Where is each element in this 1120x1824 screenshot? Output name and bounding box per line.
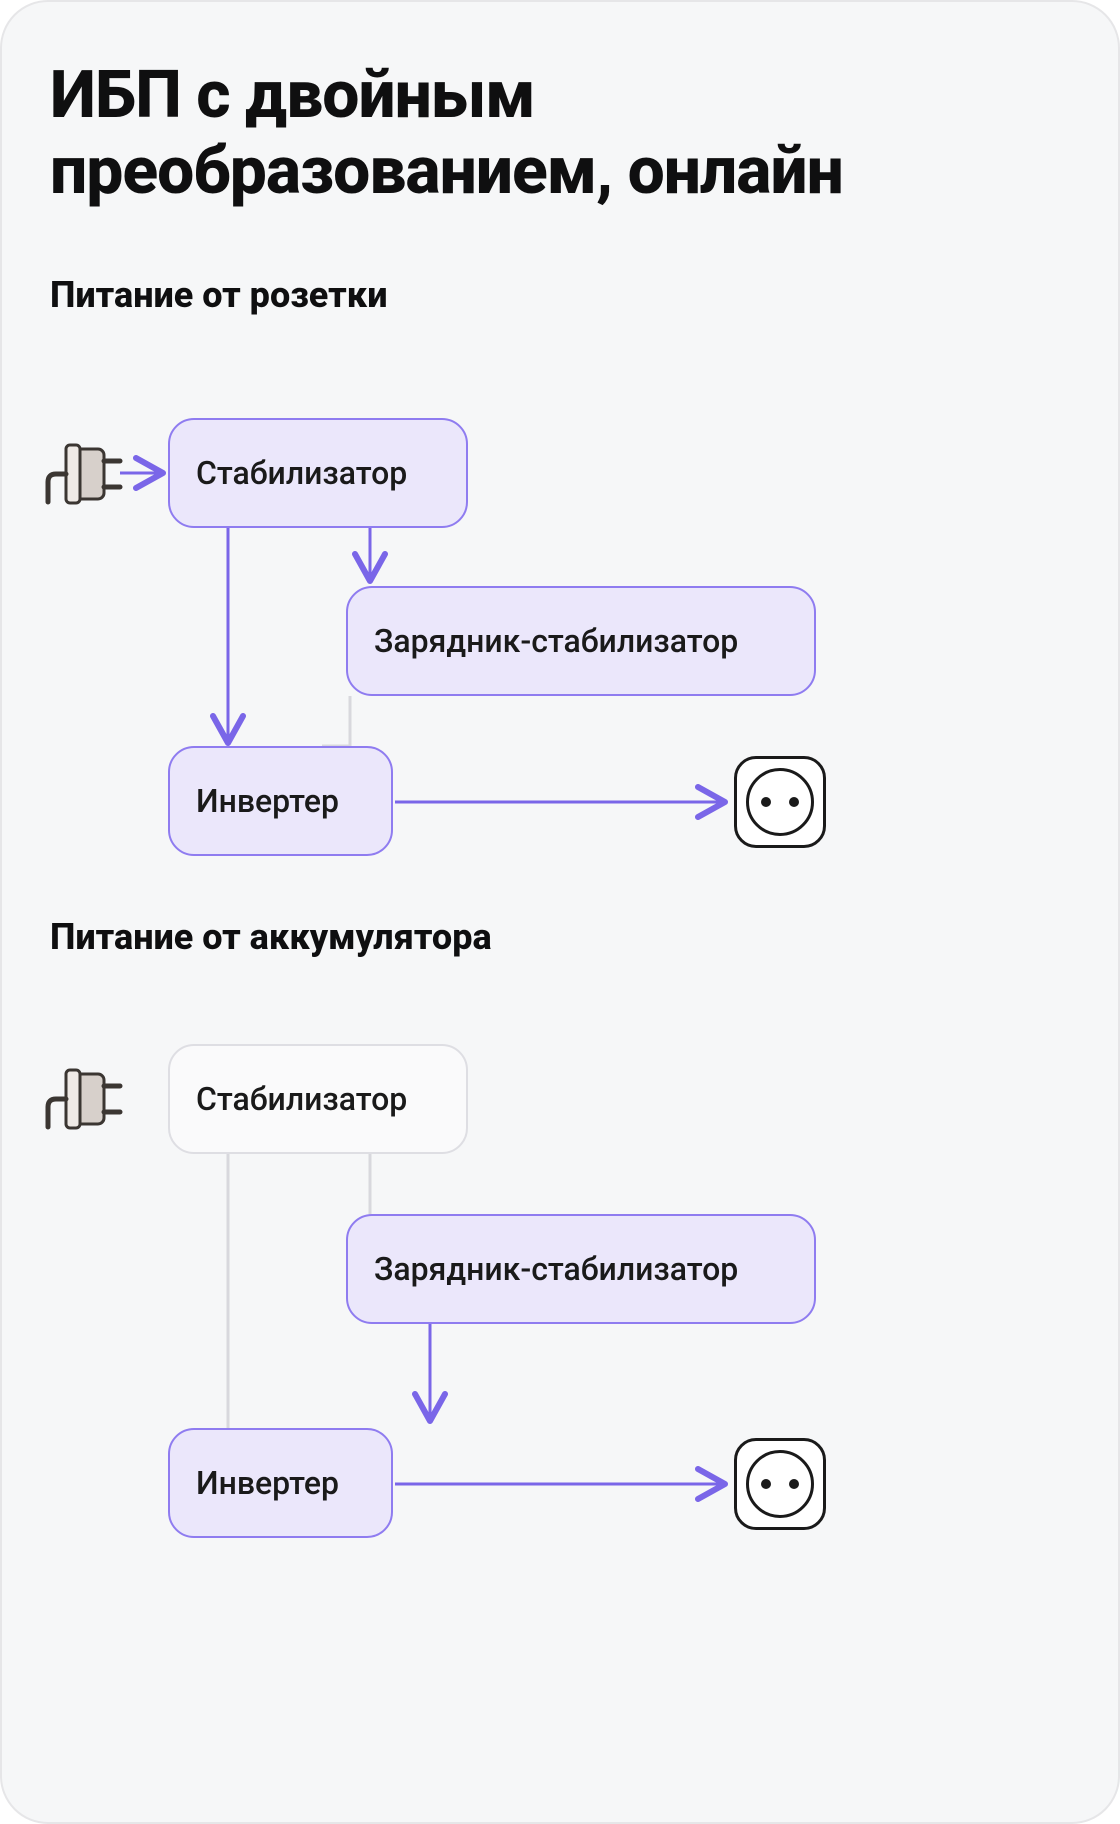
section-battery-subtitle: Питание от аккумулятора [50,916,1070,958]
section-mains-subtitle: Питание от розетки [50,274,1070,316]
battery-inverter-node: Инвертер [168,1428,393,1538]
diagram-title: ИБП с двойным преобразованием, онлайн [50,58,1070,210]
mains-charger-node: Зарядник-стабилизатор [346,586,816,696]
socket-icon [734,1438,826,1530]
plug-icon [44,1064,124,1134]
node-label: Зарядник-стабилизатор [374,1250,738,1288]
battery-stabilizer-node: Стабилизатор [168,1044,468,1154]
mains-stabilizer-node: Стабилизатор [168,418,468,528]
node-label: Стабилизатор [196,454,407,492]
battery-charger-node: Зарядник-стабилизатор [346,1214,816,1324]
node-label: Инвертер [196,1464,339,1502]
node-label: Зарядник-стабилизатор [374,622,738,660]
plug-icon [44,439,124,509]
socket-icon [734,756,826,848]
node-label: Стабилизатор [196,1080,407,1118]
node-label: Инвертер [196,782,339,820]
section-mains: Стабилизатор Зарядник-стабилизатор Инвер… [50,316,1070,916]
mains-inverter-node: Инвертер [168,746,393,856]
diagram-card: ИБП с двойным преобразованием, онлайн Пи… [0,0,1120,1824]
section-battery: Стабилизатор Зарядник-стабилизатор Инвер… [50,994,1070,1634]
